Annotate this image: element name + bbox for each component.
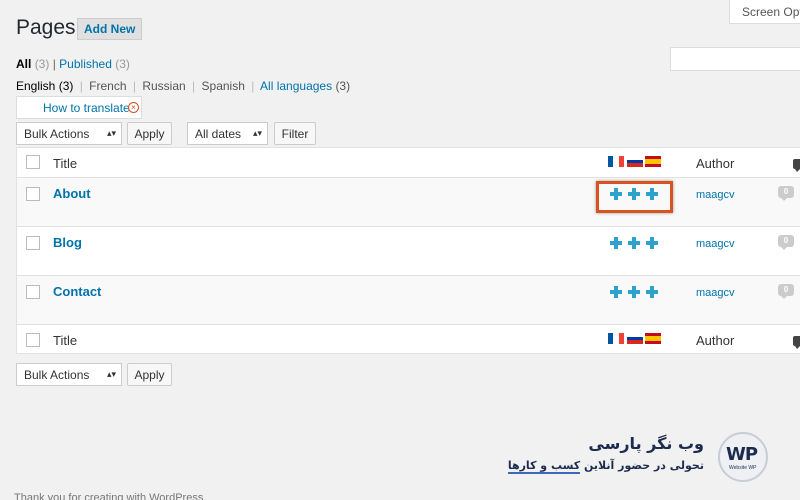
- filter-button[interactable]: Filter: [274, 122, 316, 145]
- author-link[interactable]: maagcv: [696, 238, 735, 250]
- how-to-translate-link[interactable]: How to translate ×: [16, 96, 142, 119]
- translation-highlight-box: [596, 181, 673, 213]
- add-translation-ru-icon[interactable]: [628, 237, 640, 249]
- bulk-actions-select-bottom[interactable]: Bulk Actions ▴▾: [16, 363, 122, 386]
- logo-text: WP: [726, 444, 758, 465]
- comment-count-badge[interactable]: 0: [778, 186, 794, 201]
- watermark-tagline: تحولی در حضور آنلاین کسب و کارها: [507, 459, 704, 474]
- column-title-footer[interactable]: Title: [53, 333, 77, 348]
- filter-published-count: (3): [115, 57, 130, 71]
- lang-french[interactable]: French: [89, 79, 126, 93]
- apply-button[interactable]: Apply: [127, 122, 172, 145]
- table-row: Contact maagcv 0: [17, 276, 800, 325]
- bulk-actions-label: Bulk Actions: [24, 368, 90, 382]
- apply-button-bottom[interactable]: Apply: [127, 363, 172, 386]
- add-translation-fr-icon[interactable]: [610, 237, 622, 249]
- flag-es-icon: [645, 156, 661, 167]
- table-footer-row: Title Author: [17, 325, 800, 354]
- watermark: وب نگر پارسی تحولی در حضور آنلاین کسب و …: [507, 432, 792, 482]
- date-filter-select[interactable]: All dates ▴▾: [187, 122, 268, 145]
- row-checkbox[interactable]: [26, 236, 40, 250]
- comments-column-icon: [793, 336, 800, 349]
- bulk-actions-label: Bulk Actions: [24, 127, 90, 141]
- logo-small-text: Website WP: [729, 465, 757, 471]
- page-title-link[interactable]: Blog: [53, 235, 82, 250]
- footer-text: Thank you for creating with WordPress.: [14, 492, 207, 500]
- table-row: Blog maagcv 0: [17, 227, 800, 276]
- flag-ru-icon: [627, 156, 643, 168]
- author-link[interactable]: maagcv: [696, 189, 735, 201]
- flag-fr-icon: [608, 156, 624, 167]
- page-title-link[interactable]: About: [53, 186, 91, 201]
- flag-fr-icon: [608, 333, 624, 344]
- select-arrows-icon: ▴▾: [106, 369, 116, 379]
- select-arrows-icon: ▴▾: [106, 128, 116, 138]
- flag-ru-icon: [627, 333, 643, 345]
- select-all-checkbox[interactable]: [26, 333, 40, 347]
- watermark-logo: WP Website WP: [718, 432, 768, 482]
- add-new-button[interactable]: Add New: [77, 18, 143, 40]
- status-filter: All (3) | Published (3): [16, 57, 130, 71]
- lang-all[interactable]: All languages: [260, 79, 332, 93]
- filter-separator: |: [52, 57, 56, 71]
- row-checkbox[interactable]: [26, 285, 40, 299]
- add-translation-fr-icon[interactable]: [610, 286, 622, 298]
- comment-count-badge[interactable]: 0: [778, 284, 794, 299]
- column-title-header[interactable]: Title: [53, 156, 77, 171]
- author-link[interactable]: maagcv: [696, 287, 735, 299]
- filter-all-count: (3): [34, 57, 50, 71]
- language-filter: English (3) | French | Russian | Spanish…: [16, 79, 350, 93]
- lang-russian[interactable]: Russian: [142, 79, 185, 93]
- table-header-row: Title Author: [17, 148, 800, 178]
- select-all-checkbox[interactable]: [26, 155, 40, 169]
- bulk-actions-select[interactable]: Bulk Actions ▴▾: [16, 122, 122, 145]
- date-filter-label: All dates: [195, 127, 242, 141]
- lang-english[interactable]: English (3): [16, 79, 73, 93]
- comments-column-icon: [793, 159, 800, 172]
- add-translation-ru-icon[interactable]: [628, 286, 640, 298]
- lang-separator: |: [79, 79, 83, 93]
- select-arrows-icon: ▴▾: [252, 128, 262, 138]
- lang-all-count: (3): [335, 79, 351, 93]
- page-title-link[interactable]: Contact: [53, 284, 101, 299]
- add-translation-es-icon[interactable]: [646, 286, 658, 298]
- watermark-brand: وب نگر پارسی: [588, 434, 704, 453]
- watermark-tagline-prefix: تحولی در حضور آنلاین: [580, 459, 704, 472]
- add-translation-es-icon[interactable]: [646, 237, 658, 249]
- page-title: Pages: [16, 16, 76, 39]
- column-author-footer[interactable]: Author: [696, 333, 734, 348]
- lang-separator: |: [251, 79, 255, 93]
- watermark-tagline-underlined: کسب و کارها: [507, 459, 581, 474]
- column-author-header[interactable]: Author: [696, 156, 734, 171]
- lang-separator: |: [192, 79, 196, 93]
- search-input[interactable]: [670, 47, 800, 71]
- screen-options-button[interactable]: Screen Optio: [729, 0, 800, 24]
- comment-count-badge[interactable]: 0: [778, 235, 794, 250]
- table-row: About maagcv 0: [17, 178, 800, 227]
- dismiss-icon[interactable]: ×: [128, 102, 139, 113]
- flag-es-icon: [645, 333, 661, 344]
- lang-spanish[interactable]: Spanish: [202, 79, 245, 93]
- filter-all[interactable]: All: [16, 57, 31, 71]
- row-checkbox[interactable]: [26, 187, 40, 201]
- filter-published[interactable]: Published: [59, 57, 112, 71]
- lang-separator: |: [132, 79, 136, 93]
- pages-table: Title Author About maagcv 0 Blog maagcv …: [16, 147, 800, 354]
- how-to-translate-label: How to translate: [43, 101, 130, 115]
